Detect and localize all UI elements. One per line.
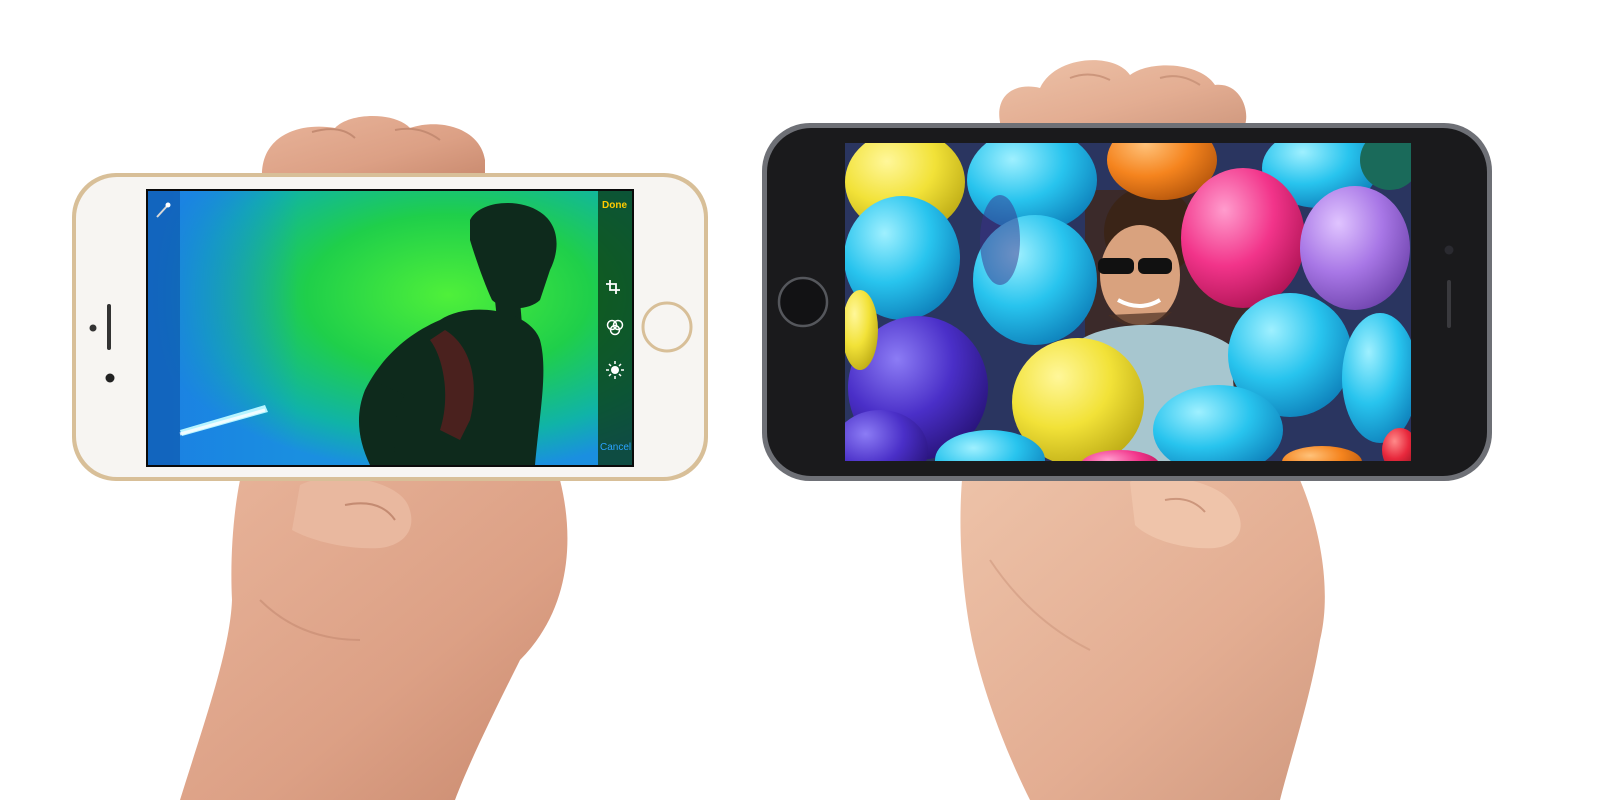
done-button[interactable]: Done bbox=[602, 200, 627, 211]
photo-editor-screen bbox=[148, 191, 632, 465]
earpiece-dot-top bbox=[89, 324, 97, 332]
earpiece-speaker bbox=[107, 304, 111, 350]
earpiece-speaker-right bbox=[1447, 280, 1451, 328]
cancel-button[interactable]: Cancel bbox=[600, 442, 631, 453]
front-camera bbox=[105, 373, 115, 383]
home-button[interactable] bbox=[641, 301, 693, 353]
home-button-right[interactable] bbox=[777, 276, 829, 328]
right-phone bbox=[762, 123, 1492, 481]
front-camera-right bbox=[1444, 245, 1454, 255]
scene bbox=[72, 60, 1492, 800]
left-phone bbox=[72, 173, 708, 481]
balloon-photo-screen bbox=[845, 143, 1411, 461]
